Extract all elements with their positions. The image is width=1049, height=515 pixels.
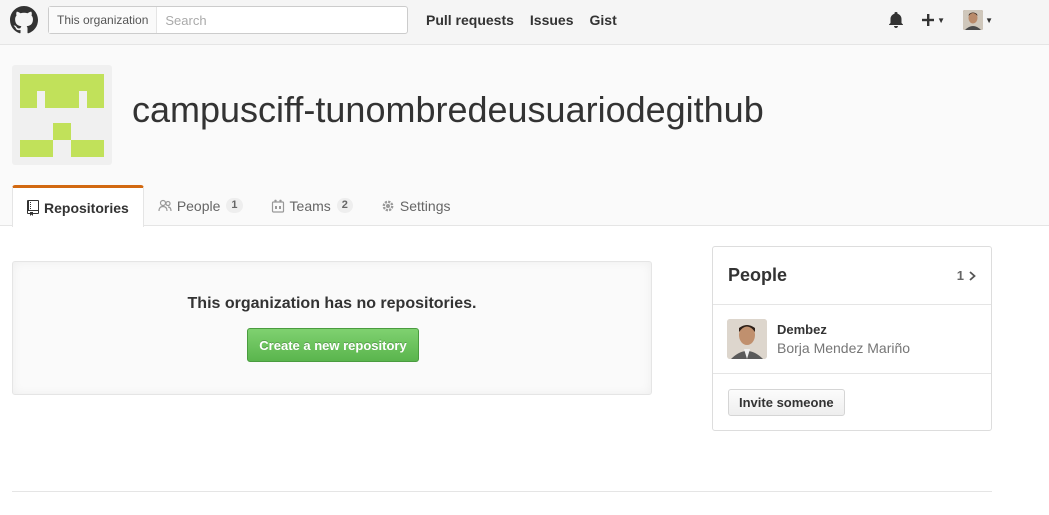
tab-settings-label: Settings <box>399 197 451 214</box>
tab-settings[interactable]: Settings <box>367 185 465 226</box>
notifications-button[interactable] <box>889 12 904 28</box>
org-name: campusciff-tunombredeusuariodegithub <box>132 89 764 130</box>
github-logo-icon[interactable] <box>10 6 38 34</box>
header-actions: ▼ ▼ <box>889 10 993 30</box>
bell-icon <box>889 12 904 28</box>
org-avatar <box>12 65 112 165</box>
create-repository-button[interactable]: Create a new repository <box>247 328 419 362</box>
top-nav: Pull requests Issues Gist <box>426 12 617 28</box>
member-login[interactable]: Dembez <box>777 322 910 337</box>
people-box-footer: Invite someone <box>713 374 991 431</box>
search-box: This organization <box>48 6 408 34</box>
member-full-name: Borja Mendez Mariño <box>777 340 911 356</box>
teams-icon <box>271 199 285 213</box>
chevron-down-icon: ▼ <box>985 15 993 25</box>
people-box-title: People <box>728 265 788 285</box>
nav-gist[interactable]: Gist <box>590 12 617 28</box>
create-new-button[interactable]: ▼ <box>921 13 945 27</box>
tab-repositories[interactable]: Repositories <box>12 185 144 227</box>
people-box-count-link[interactable]: 1 <box>957 268 976 283</box>
invite-someone-button[interactable]: Invite someone <box>728 389 845 416</box>
people-count-badge: 1 <box>226 197 243 214</box>
search-scope-label: This organization <box>49 7 158 33</box>
member-info: Dembez Borja Mendez Mariño <box>777 322 910 356</box>
user-avatar <box>963 10 984 30</box>
chevron-right-icon <box>969 270 976 281</box>
teams-count-badge: 2 <box>336 197 353 214</box>
people-icon <box>158 199 172 213</box>
org-header: campusciff-tunombredeusuariodegithub Rep… <box>0 45 1049 227</box>
user-menu-button[interactable]: ▼ <box>963 10 993 30</box>
tab-teams[interactable]: Teams 2 <box>257 185 367 226</box>
tab-teams-label: Teams <box>289 197 331 214</box>
footer-divider <box>12 491 992 492</box>
people-box-count: 1 <box>956 268 964 283</box>
tab-people[interactable]: People 1 <box>144 185 257 226</box>
repo-icon <box>27 199 39 216</box>
no-repositories-message: This organization has no repositories. <box>187 295 477 312</box>
chevron-down-icon: ▼ <box>937 15 946 25</box>
plus-icon <box>922 14 935 26</box>
tab-repositories-label: Repositories <box>44 199 129 216</box>
org-tabs: Repositories People 1 Teams 2 Settings <box>12 185 465 227</box>
people-box-header[interactable]: People 1 <box>713 247 991 305</box>
tab-people-label: People <box>176 197 221 214</box>
top-header: This organization Pull requests Issues G… <box>0 0 1049 45</box>
search-input[interactable] <box>157 7 407 33</box>
gear-icon <box>381 199 395 213</box>
member-avatar[interactable] <box>727 319 767 359</box>
no-repositories-panel: This organization has no repositories. C… <box>12 261 652 395</box>
nav-issues[interactable]: Issues <box>530 12 574 28</box>
people-sidebar-box: People 1 Dembez Borja Mendez Mariño Invi… <box>712 246 992 431</box>
member-list-item[interactable]: Dembez Borja Mendez Mariño <box>713 305 991 374</box>
nav-pull-requests[interactable]: Pull requests <box>426 12 514 28</box>
